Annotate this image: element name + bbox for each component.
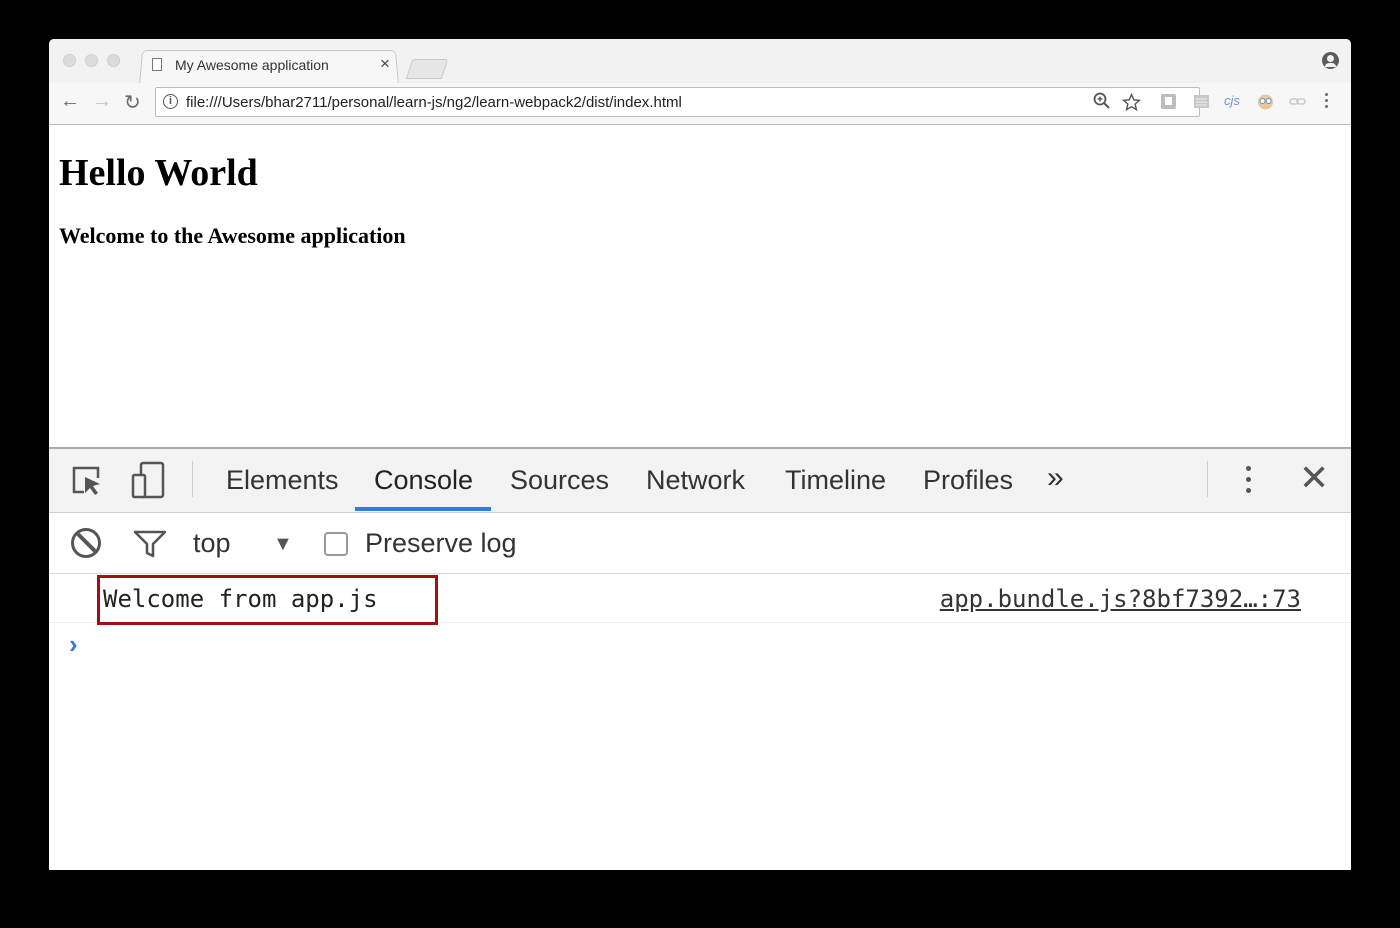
console-prompt-icon[interactable]: › (69, 629, 78, 660)
tab-elements[interactable]: Elements (226, 465, 339, 496)
page-heading: Hello World (59, 152, 258, 194)
browser-tab-content: My Awesome application × (152, 51, 400, 81)
new-tab-button[interactable] (405, 59, 449, 79)
ext-link-icon[interactable] (1289, 93, 1306, 110)
tab-close-icon[interactable]: × (380, 54, 390, 74)
ext-square-icon[interactable] (1160, 93, 1177, 110)
context-selector[interactable]: top (193, 528, 231, 559)
inspect-element-icon[interactable] (70, 464, 104, 498)
console-message-text: Welcome from app.js (103, 585, 378, 613)
tab-sources[interactable]: Sources (510, 465, 609, 496)
ext-owl-icon[interactable] (1257, 93, 1274, 110)
close-devtools-icon[interactable]: ✕ (1299, 457, 1329, 499)
page-viewport: Hello World Welcome to the Awesome appli… (49, 125, 1351, 447)
tab-console[interactable]: Console (374, 465, 473, 496)
document-icon (152, 58, 162, 71)
tab-timeline[interactable]: Timeline (785, 465, 886, 496)
browser-window: My Awesome application × ← → ↻ i file://… (49, 39, 1351, 870)
profile-icon[interactable] (1322, 52, 1339, 69)
toolbar-separator (1207, 461, 1208, 497)
zoom-icon[interactable] (1093, 92, 1110, 109)
info-icon[interactable]: i (163, 94, 178, 109)
active-tab-indicator (355, 507, 491, 511)
forward-arrow-icon[interactable]: → (92, 90, 112, 113)
tab-network[interactable]: Network (646, 465, 745, 496)
bookmark-star-icon[interactable] (1122, 93, 1141, 112)
chevron-down-icon[interactable]: ▼ (273, 533, 293, 556)
ext-list-icon[interactable] (1193, 93, 1210, 110)
preserve-log-label[interactable]: Preserve log (365, 528, 517, 559)
preserve-log-checkbox[interactable] (324, 532, 348, 556)
tab-profiles[interactable]: Profiles (923, 465, 1013, 496)
url-text[interactable]: file:///Users/bhar2711/personal/learn-js… (186, 94, 682, 111)
address-bar[interactable]: i file:///Users/bhar2711/personal/learn-… (155, 87, 1200, 117)
console-filter-bar: top ▼ Preserve log (49, 513, 1351, 574)
more-tabs-icon[interactable]: » (1047, 461, 1064, 495)
page-subheading: Welcome to the Awesome application (59, 223, 406, 248)
clear-console-icon[interactable] (71, 528, 101, 558)
tab-strip: My Awesome application × (49, 39, 1351, 85)
tab-title: My Awesome application (175, 57, 329, 73)
zoom-window-button[interactable] (107, 54, 120, 67)
close-window-button[interactable] (63, 54, 76, 67)
devtools-tabbar: Elements Console Sources Network Timelin… (49, 449, 1351, 513)
filter-funnel-icon[interactable] (133, 529, 167, 559)
devtools-panel: Elements Console Sources Network Timelin… (49, 447, 1351, 870)
back-arrow-icon[interactable]: ← (60, 90, 80, 113)
reload-icon[interactable]: ↻ (124, 90, 141, 115)
device-toolbar-icon[interactable] (131, 461, 167, 499)
cjs-extension-icon[interactable]: cjs (1224, 93, 1246, 110)
browser-menu-icon[interactable] (1325, 93, 1329, 111)
browser-toolbar: ← → ↻ i file:///Users/bhar2711/personal/… (49, 83, 1351, 125)
console-message-row: Welcome from app.js app.bundle.js?8bf739… (49, 574, 1351, 625)
console-source-link[interactable]: app.bundle.js?8bf7392…:73 (940, 585, 1301, 613)
devtools-menu-icon[interactable] (1246, 466, 1251, 499)
toolbar-separator (192, 461, 193, 497)
minimize-window-button[interactable] (85, 54, 98, 67)
